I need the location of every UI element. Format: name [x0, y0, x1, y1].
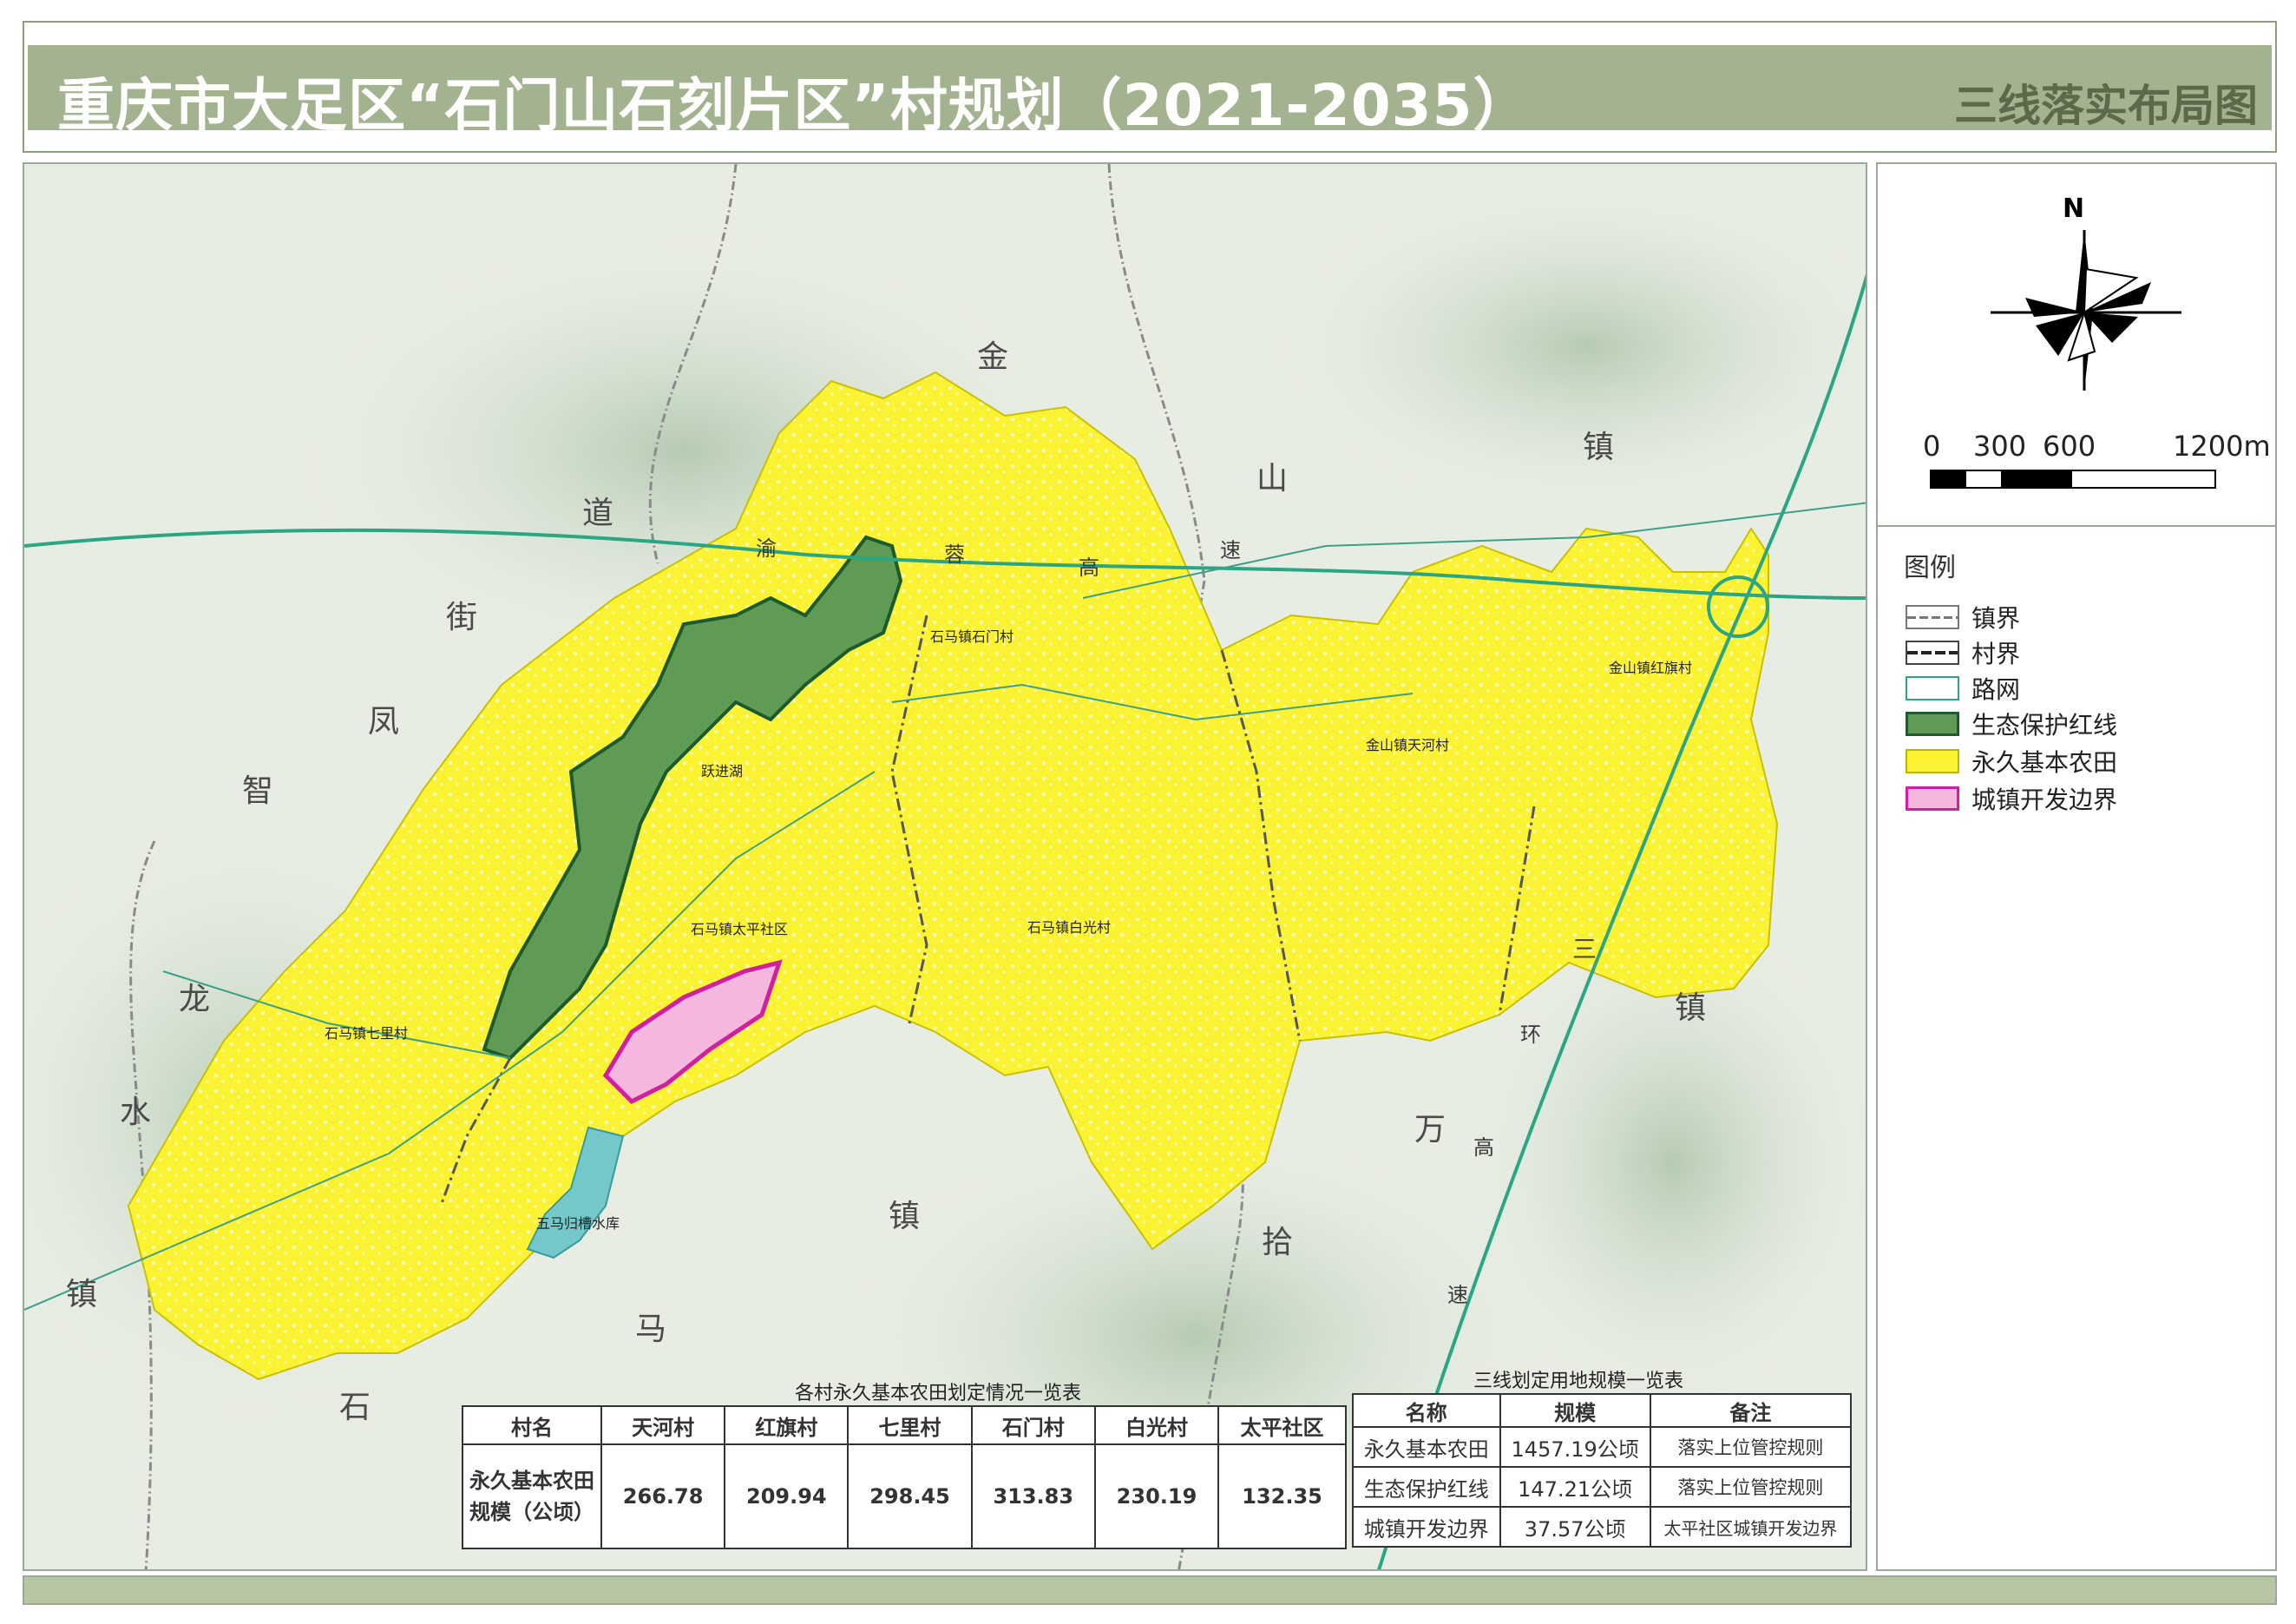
- legend-swatch: [1906, 676, 1959, 700]
- table-header: 七里村: [847, 1405, 973, 1445]
- place-char: 凤: [368, 704, 400, 740]
- footer-bar: [23, 1575, 2277, 1605]
- title-bar: 重庆市大足区“石门山石刻片区”村规划（2021-2035） 三线落实布局图: [23, 21, 2277, 153]
- table-cell: 太平社区城镇开发边界: [1649, 1506, 1853, 1548]
- three-lines-table-caption: 三线划定用地规模一览表: [1473, 1371, 1684, 1392]
- village-label: 跃进湖: [701, 763, 744, 779]
- table-cell: 落实上位管控规则: [1649, 1426, 1853, 1468]
- table-header: 石门村: [970, 1405, 1096, 1445]
- scale-label: 600: [2043, 430, 2096, 463]
- place-char: 石: [339, 1390, 371, 1425]
- table-header: 备注: [1649, 1393, 1853, 1428]
- table-cell: 313.83: [970, 1443, 1096, 1549]
- place-char: 镇: [889, 1199, 921, 1234]
- legend-item-town-boundary: 镇界: [1906, 600, 2020, 634]
- map-frame[interactable]: 金 山 镇 道 街 凤 智 龙 水 镇 石 马 镇 拾 万 镇 三 渝 蓉 高 …: [23, 162, 1867, 1571]
- road-char: 高: [1079, 556, 1099, 580]
- village-label: 五马归槽水库: [536, 1215, 620, 1232]
- place-char: 镇: [1675, 990, 1707, 1026]
- scale-bar: [1930, 470, 2216, 489]
- three-lines-table: 名称 规模 备注 永久基本农田 1457.19公顷 落实上位管控规则 生态保护红…: [1352, 1393, 1853, 1548]
- side-panel: N 0 300 600 1200m 图例 镇界 村界 路网 生态保护红线 永久基…: [1876, 162, 2277, 1571]
- place-char: 水: [120, 1095, 152, 1130]
- legend-item-urban-boundary: 城镇开发边界: [1906, 781, 2117, 816]
- legend-item-road-network: 路网: [1906, 671, 2020, 706]
- place-char: 金: [977, 339, 1009, 375]
- place-char: 万: [1414, 1112, 1446, 1147]
- place-char: 智: [242, 773, 274, 809]
- table-cell: 132.35: [1217, 1443, 1347, 1549]
- village-label: 石马镇太平社区: [691, 921, 789, 937]
- map-type-title: 三线落实布局图: [1954, 81, 2258, 131]
- legend-swatch: [1906, 786, 1959, 811]
- village-label: 金山镇天河村: [1366, 737, 1450, 753]
- legend-label: 路网: [1971, 675, 2021, 704]
- table-header: 红旗村: [724, 1405, 850, 1445]
- legend-label: 生态保护红线: [1971, 711, 2118, 740]
- road-char: 环: [1520, 1022, 1541, 1047]
- road-char: 速: [1220, 538, 1241, 562]
- table-cell: 298.45: [847, 1443, 973, 1549]
- legend-swatch: [1906, 712, 1959, 736]
- scale-label: 300: [1973, 430, 2027, 463]
- table-row-label: 永久基本农田规模（公顷）: [462, 1443, 602, 1549]
- farmland-table: 村名 天河村 红旗村 七里村 石门村 白光村 太平社区 永久基本农田规模（公顷）…: [462, 1405, 1347, 1549]
- table-header: 名称: [1352, 1393, 1501, 1428]
- place-char: 山: [1256, 461, 1289, 496]
- road-char: 蓉: [944, 542, 965, 567]
- legend-swatch: [1906, 749, 1959, 773]
- legend-divider: [1878, 525, 2275, 527]
- map-canvas[interactable]: [24, 164, 1867, 1571]
- table-header: 白光村: [1093, 1405, 1220, 1445]
- village-label: 石马镇七里村: [325, 1025, 409, 1042]
- place-char: 拾: [1262, 1225, 1294, 1260]
- place-char: 龙: [179, 982, 211, 1017]
- road-char: 渝: [756, 536, 777, 561]
- road-char: 速: [1447, 1283, 1468, 1307]
- legend-item-ecological-redline: 生态保护红线: [1906, 707, 2117, 741]
- legend-item-village-boundary: 村界: [1906, 635, 2020, 670]
- legend-label: 永久基本农田: [1971, 748, 2118, 777]
- table-cell: 209.94: [724, 1443, 850, 1549]
- table-header: 天河村: [600, 1405, 726, 1445]
- table-header: 村名: [462, 1405, 602, 1445]
- scale-label: 0: [1923, 430, 1941, 463]
- legend-swatch: [1906, 641, 1959, 665]
- north-arrow-icon: [1991, 230, 2181, 391]
- legend-title: 图例: [1904, 553, 1956, 583]
- legend-label: 城镇开发边界: [1971, 786, 2118, 814]
- table-cell: 266.78: [600, 1443, 726, 1549]
- table-header: 太平社区: [1217, 1405, 1347, 1445]
- place-char: 街: [446, 600, 478, 635]
- legend-item-farmland: 永久基本农田: [1906, 744, 2117, 779]
- map-title: 重庆市大足区“石门山石刻片区”村规划（2021-2035）: [57, 72, 1532, 139]
- scale-label: 1200m: [2173, 430, 2271, 463]
- table-cell: 230.19: [1093, 1443, 1220, 1549]
- legend-swatch: [1906, 605, 1959, 629]
- table-cell: 37.57公顷: [1499, 1506, 1651, 1548]
- table-cell: 落实上位管控规则: [1649, 1466, 1853, 1508]
- table-cell: 147.21公顷: [1499, 1466, 1651, 1508]
- table-cell: 城镇开发边界: [1352, 1506, 1501, 1548]
- place-char: 镇: [1583, 430, 1615, 465]
- place-char: 镇: [66, 1277, 98, 1312]
- village-label: 金山镇红旗村: [1609, 660, 1693, 676]
- village-label: 石马镇石门村: [930, 628, 1014, 645]
- farmland-table-caption: 各村永久基本农田划定情况一览表: [795, 1383, 1082, 1404]
- legend-label: 村界: [1971, 640, 2021, 668]
- table-cell: 1457.19公顷: [1499, 1426, 1651, 1468]
- table-cell: 永久基本农田: [1352, 1426, 1501, 1468]
- north-label: N: [2063, 194, 2085, 224]
- village-label: 石马镇白光村: [1027, 919, 1112, 936]
- place-char: 三: [1572, 935, 1597, 963]
- place-char: 道: [582, 496, 614, 531]
- place-char: 马: [635, 1312, 667, 1347]
- table-header: 规模: [1499, 1393, 1651, 1428]
- table-cell: 生态保护红线: [1352, 1466, 1501, 1508]
- road-char: 高: [1473, 1135, 1494, 1160]
- legend-label: 镇界: [1971, 604, 2021, 633]
